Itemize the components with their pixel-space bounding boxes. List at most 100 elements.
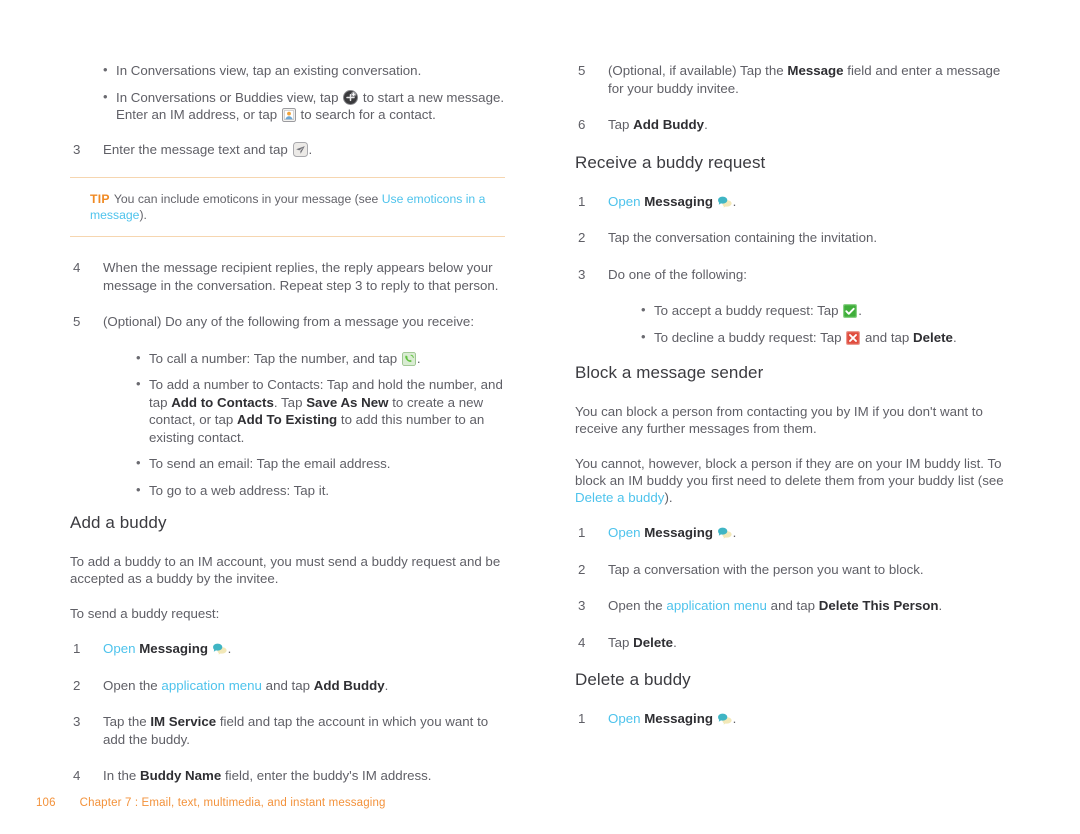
tip-label: TIP <box>90 192 110 206</box>
step-text: Tap the conversation containing the invi… <box>608 230 878 245</box>
section-heading-delete-a-buddy: Delete a buddy <box>575 670 691 689</box>
step-text-end: field, enter the buddy's IM address. <box>224 768 432 783</box>
list-item: In Conversations or Buddies view, tap to… <box>103 88 505 124</box>
step-number: 5 <box>578 63 586 78</box>
receive-request-step-2: 2 Tap the conversation containing the in… <box>575 229 1010 247</box>
bullet-text: To send an email: Tap the email address. <box>149 456 391 471</box>
phone-call-icon[interactable] <box>401 351 416 366</box>
step-text-end: . <box>732 193 737 209</box>
bullet-text: In Conversations or Buddies view, tap <box>116 89 339 105</box>
paragraph-text: You cannot, however, block a person if t… <box>575 456 1004 488</box>
messaging-app-icon[interactable] <box>717 196 732 209</box>
bullet-text-end: . <box>416 350 421 366</box>
step-text-end: . <box>227 641 232 656</box>
step-number: 1 <box>578 711 586 726</box>
step-number: 6 <box>578 117 586 132</box>
list-item: To call a number: Tap the number, and ta… <box>136 349 505 368</box>
bullet-text: To call a number: Tap the number, and ta… <box>149 350 398 366</box>
block-sender-step-4: 4 Tap Delete. <box>575 634 1010 652</box>
link-open[interactable]: Open <box>608 711 641 726</box>
new-message-icon[interactable] <box>343 89 359 105</box>
document-page: In Conversations view, tap an existing c… <box>0 0 1080 834</box>
add-buddy-step-3: 3 Tap the IM Service field and tap the a… <box>70 713 505 748</box>
messaging-app-icon[interactable] <box>717 527 732 540</box>
bold-messaging: Messaging <box>644 711 713 726</box>
step-number: 4 <box>73 768 81 783</box>
receive-request-bullet-list: To accept a buddy request: Tap . To decl… <box>575 301 1010 347</box>
page-footer: 106 Chapter 7 : Email, text, multimedia, … <box>36 797 386 809</box>
step-text: (Optional) Do any of the following from … <box>103 314 475 329</box>
link-open[interactable]: Open <box>103 641 136 656</box>
block-sender-paragraph-2: You cannot, however, block a person if t… <box>575 455 1010 506</box>
add-buddy-step-6: 6 Tap Add Buddy. <box>575 116 1010 134</box>
list-item: To decline a buddy request: Tap and tap … <box>641 328 1010 347</box>
bold-add-buddy: Add Buddy <box>633 117 705 132</box>
bullet-text-end: . <box>952 329 957 345</box>
step-text-end: . <box>673 634 677 650</box>
step-5-optional-actions: 5 (Optional) Do any of the following fro… <box>70 313 505 331</box>
tip-text: You can include emoticons in your messag… <box>113 192 379 206</box>
step-text: Tap a conversation with the person you w… <box>608 561 924 577</box>
step-number: 2 <box>73 677 81 693</box>
block-sender-step-1: 1 Open Messaging . <box>575 524 1010 542</box>
bullet-text-end: to search for a contact. <box>300 107 436 122</box>
footer-page-number: 106 <box>36 797 56 809</box>
add-buddy-paragraph-2: To send a buddy request: <box>70 606 220 621</box>
step-text-end: . <box>384 677 389 693</box>
link-open[interactable]: Open <box>608 194 641 209</box>
receive-request-step-1: 1 Open Messaging . <box>575 193 1010 211</box>
step-number: 4 <box>578 634 586 650</box>
footer-chapter-title: Chapter 7 : Email, text, multimedia, and… <box>79 797 386 809</box>
bold-add-buddy: Add Buddy <box>313 677 385 693</box>
step-5-bullet-list: To call a number: Tap the number, and ta… <box>70 349 505 500</box>
list-item: To go to a web address: Tap it. <box>136 481 505 500</box>
link-application-menu[interactable]: application menu <box>666 598 767 613</box>
bold-im-service: IM Service <box>150 714 217 729</box>
bold-messaging: Messaging <box>139 641 208 656</box>
bullet-text: To accept a buddy request: Tap <box>654 303 839 318</box>
step-text-end: . <box>308 141 313 157</box>
send-icon[interactable] <box>292 141 308 157</box>
step-text: Open the <box>608 598 663 613</box>
tip-text-end: ). <box>139 208 147 222</box>
step-3-enter-message: 3 Enter the message text and tap . <box>70 141 505 159</box>
step-text-end: . <box>938 598 943 613</box>
step-text-end: . <box>732 711 737 726</box>
add-buddy-step-2: 2 Open the application menu and tap Add … <box>70 677 505 695</box>
messaging-app-icon[interactable] <box>212 643 227 656</box>
block-sender-paragraph-1: You can block a person from contacting y… <box>575 404 983 436</box>
link-delete-a-buddy[interactable]: Delete a buddy <box>575 490 664 505</box>
step-number: 3 <box>578 598 586 613</box>
step-number: 4 <box>73 260 81 275</box>
section-heading-block-a-message-sender: Block a message sender <box>575 363 764 382</box>
contact-search-icon[interactable] <box>281 108 296 122</box>
bullet-text: . Tap <box>273 394 303 410</box>
bold-message: Message <box>787 63 844 78</box>
link-open[interactable]: Open <box>608 525 641 540</box>
bold-messaging: Messaging <box>644 193 713 209</box>
bold-messaging: Messaging <box>644 525 713 540</box>
decline-x-icon[interactable] <box>846 330 861 345</box>
bullet-text: and tap <box>864 329 910 345</box>
step-text: Enter the message text and tap <box>103 141 288 157</box>
paragraph-text-end: ). <box>664 490 673 505</box>
step-text: When the message recipient replies, the … <box>103 260 499 293</box>
step-text: Open the <box>103 677 158 693</box>
step-text: Tap the <box>103 714 147 729</box>
right-column: 5 (Optional, if available) Tap the Messa… <box>575 62 1010 747</box>
section-heading-receive-a-buddy-request: Receive a buddy request <box>575 152 766 172</box>
block-sender-step-2: 2 Tap a conversation with the person you… <box>575 561 1010 579</box>
step-text: and tap <box>265 677 311 693</box>
bold-delete: Delete <box>633 634 674 650</box>
accept-check-icon[interactable] <box>843 304 858 318</box>
step-text: Do one of the following: <box>608 266 747 282</box>
list-item: To add a number to Contacts: Tap and hol… <box>136 375 505 446</box>
intro-bullet-list: In Conversations view, tap an existing c… <box>70 61 505 124</box>
step-number: 2 <box>578 561 586 577</box>
step-text: Tap <box>608 634 630 650</box>
add-buddy-step-5: 5 (Optional, if available) Tap the Messa… <box>575 62 1010 97</box>
messaging-app-icon[interactable] <box>717 713 732 726</box>
step-number: 2 <box>578 230 586 245</box>
bold-add-to-existing: Add To Existing <box>236 412 338 427</box>
link-application-menu[interactable]: application menu <box>161 678 262 693</box>
